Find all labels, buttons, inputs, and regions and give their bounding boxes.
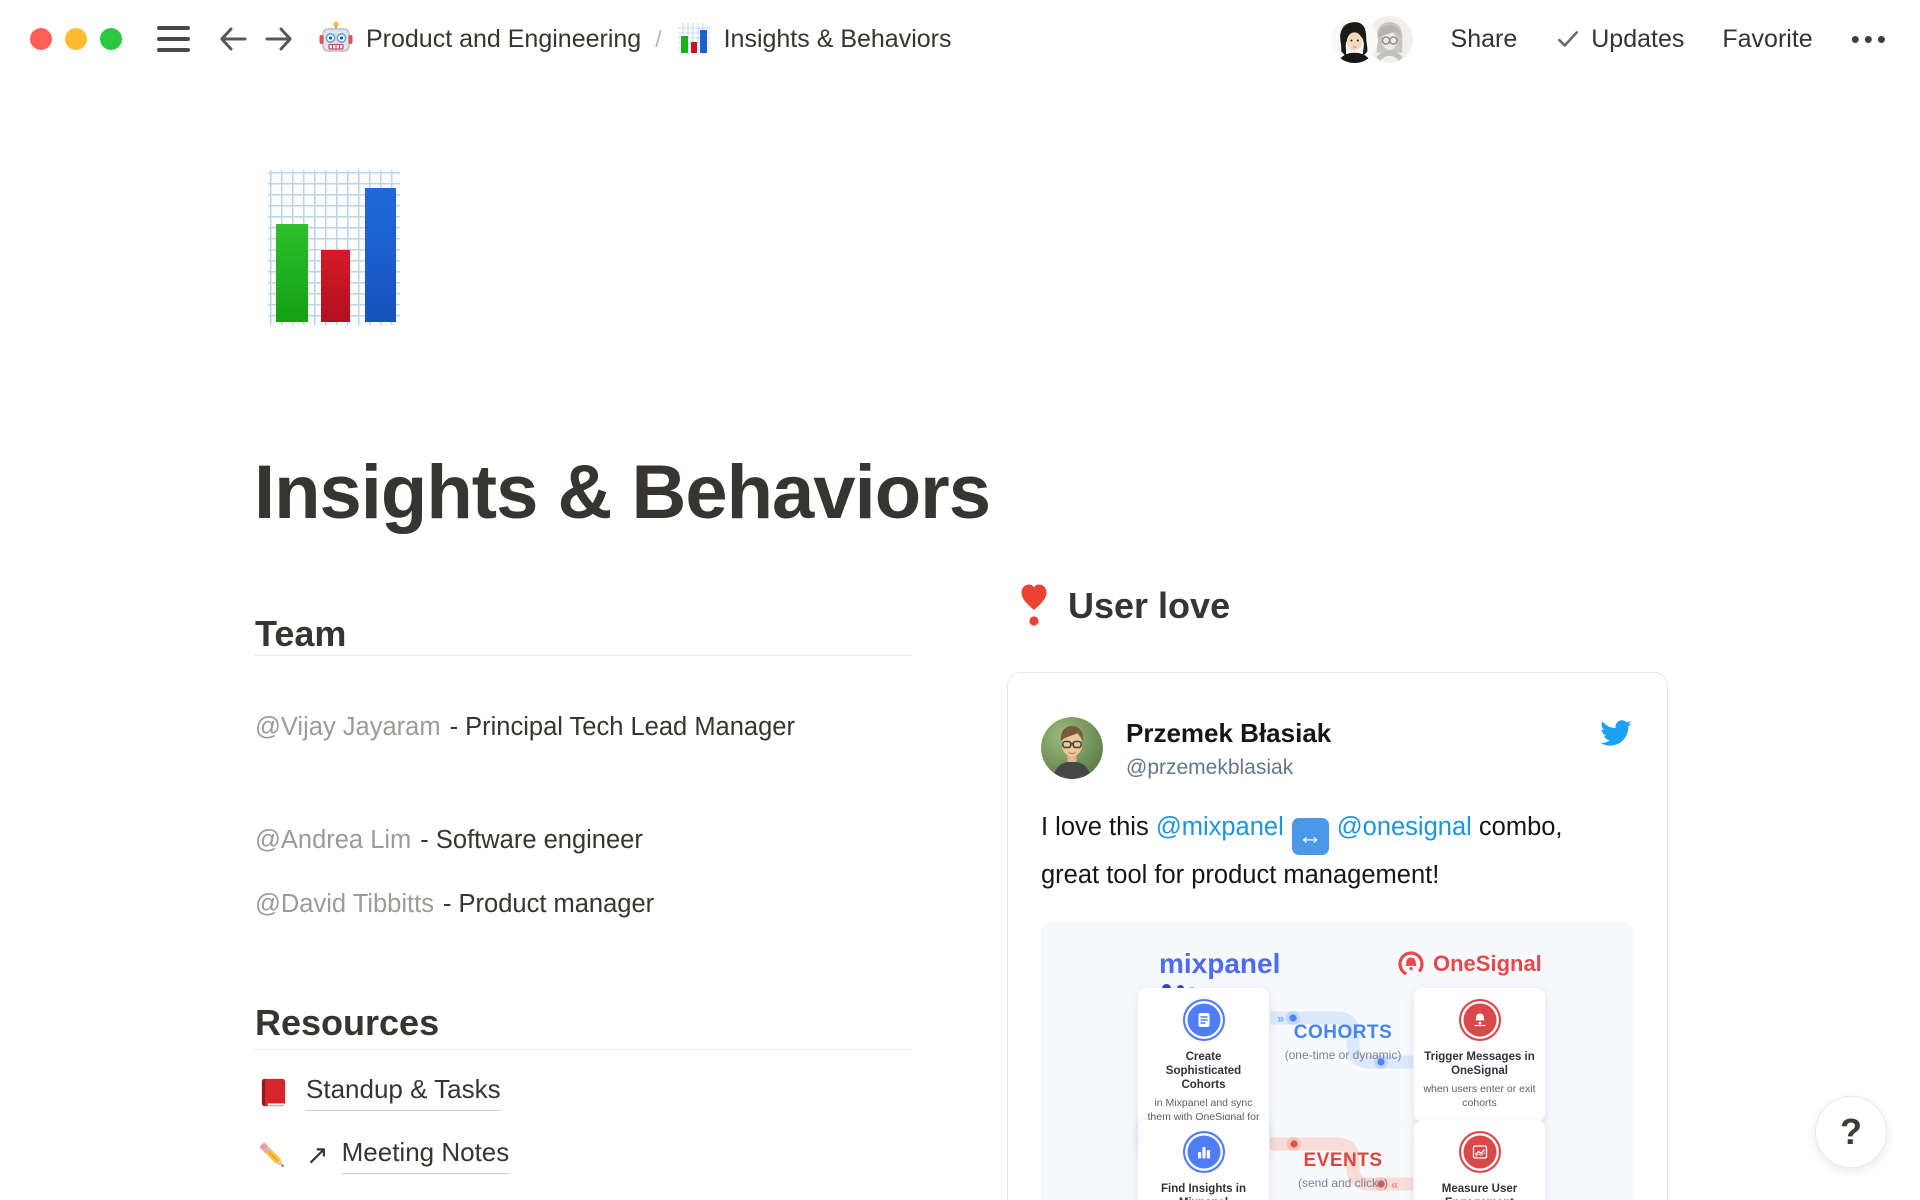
team-member: @David Tibbitts - Product manager [255, 883, 923, 925]
user-love-heading: User love [1016, 578, 1230, 633]
events-subtitle: (send and clicks) [1263, 1176, 1423, 1190]
favorite-button[interactable]: Favorite [1722, 25, 1812, 54]
user-love-label: User love [1068, 585, 1230, 627]
tweet-header: Przemek Błasiak @przemekblasiak [1041, 717, 1634, 780]
diagram-card-find-insights: Find Insights in Mixpanel with powerful … [1138, 1120, 1269, 1200]
tweet-text-part: combo, [1472, 813, 1563, 841]
tweet-embed-card: Przemek Błasiak @przemekblasiak I love t… [1007, 672, 1668, 1200]
mixpanel-logo: mixpanel [1159, 948, 1280, 980]
avatar [1331, 16, 1378, 63]
pencil-icon [255, 1138, 291, 1174]
tweet-text-part: I love this [1041, 813, 1156, 841]
breadcrumb-parent-label: Product and Engineering [366, 25, 641, 54]
card-title: Trigger Messages in OneSignal [1423, 1050, 1536, 1078]
breadcrumb: Product and Engineering / Insights & Beh… [318, 21, 952, 57]
check-icon [1555, 26, 1581, 52]
tweet-author-avatar[interactable] [1041, 717, 1103, 779]
bar-chart-icon [676, 21, 712, 57]
breadcrumb-current[interactable]: Insights & Behaviors [676, 21, 952, 57]
icon-bar-red [321, 250, 350, 322]
share-button[interactable]: Share [1451, 25, 1518, 54]
events-title: EVENTS [1263, 1150, 1423, 1172]
icon-bar-green [276, 224, 308, 322]
diagram-card-trigger-messages: Trigger Messages in OneSignal when users… [1414, 988, 1545, 1122]
card-title: Create Sophisticated Cohorts [1147, 1050, 1260, 1092]
onesignal-bell-icon [1397, 950, 1425, 978]
onesignal-logo-text: OneSignal [1433, 951, 1542, 977]
minimize-window-button[interactable] [65, 28, 87, 50]
tweet-text: I love this @mixpanel↔@onesignal combo, … [1041, 807, 1634, 896]
tweet-author: Przemek Błasiak @przemekblasiak [1126, 717, 1331, 780]
breadcrumb-current-label: Insights & Behaviors [724, 25, 952, 54]
twitter-bird-icon[interactable] [1599, 719, 1632, 752]
external-arrow-icon: ↗ [306, 1140, 329, 1171]
breadcrumb-separator: / [655, 26, 661, 53]
menu-icon[interactable] [150, 16, 196, 62]
forward-arrow-icon[interactable] [256, 16, 302, 62]
events-label: EVENTS (send and clicks) [1263, 1150, 1423, 1190]
card-body: when users enter or exit cohorts [1423, 1083, 1536, 1110]
resources-heading: Resources [255, 1002, 439, 1044]
heart-exclamation-icon [1016, 578, 1052, 633]
divider [254, 655, 912, 656]
team-member: @Andrea Lim - Software engineer [255, 819, 923, 861]
mention-link[interactable]: @Andrea Lim [255, 826, 411, 854]
page-title[interactable]: Insights & Behaviors [254, 449, 990, 536]
titlebar-actions: Share Updates Favorite ••• [1331, 16, 1890, 63]
page-icon-bar-chart[interactable] [268, 170, 400, 325]
tweet-author-handle: @przemekblasiak [1126, 756, 1331, 780]
cohorts-subtitle: (one-time or dynamic) [1263, 1048, 1423, 1062]
onesignal-logo: OneSignal [1397, 950, 1542, 978]
member-role: - Software engineer [420, 826, 643, 854]
mention-link[interactable]: @Vijay Jayaram [255, 713, 441, 741]
team-heading: Team [255, 613, 346, 655]
line-chart-icon [1459, 1131, 1501, 1173]
cohorts-label: COHORTS (one-time or dynamic) [1263, 1022, 1423, 1062]
onesignal-mention-link[interactable]: @onesignal [1337, 813, 1472, 841]
icon-bar-blue [365, 188, 396, 322]
cohorts-title: COHORTS [1263, 1022, 1423, 1044]
tweet-text-part: great tool for product management! [1041, 861, 1439, 889]
notion-window: Product and Engineering / Insights & Beh… [0, 0, 1920, 1200]
back-arrow-icon[interactable] [210, 16, 256, 62]
mixpanel-mention-link[interactable]: @mixpanel [1156, 813, 1284, 841]
collaborator-avatars[interactable] [1331, 16, 1413, 63]
diagram-card-measure-engagement: Measure User Engagement with messages, t… [1414, 1120, 1545, 1200]
titlebar: Product and Engineering / Insights & Beh… [0, 0, 1920, 78]
link-label: Meeting Notes [342, 1137, 510, 1174]
team-member: @Vijay Jayaram - Principal Tech Lead Mana… [255, 706, 923, 748]
close-window-button[interactable] [30, 28, 52, 50]
mention-link[interactable]: @David Tibbitts [255, 890, 434, 918]
robot-icon [318, 21, 354, 57]
more-options-button[interactable]: ••• [1851, 24, 1890, 55]
link-label: Standup & Tasks [306, 1074, 501, 1111]
divider [254, 1049, 912, 1050]
bell-icon [1459, 999, 1501, 1041]
bar-chart-icon [1183, 1131, 1225, 1173]
link-meeting-notes[interactable]: ↗ Meeting Notes [255, 1137, 509, 1174]
member-role: - Principal Tech Lead Manager [450, 713, 795, 741]
help-button[interactable]: ? [1815, 1096, 1887, 1168]
updates-button[interactable]: Updates [1555, 25, 1684, 54]
tweet-author-name[interactable]: Przemek Błasiak [1126, 718, 1331, 749]
card-title: Find Insights in Mixpanel [1147, 1182, 1260, 1200]
traffic-lights [30, 28, 122, 50]
tweet-image-mixpanel-onesignal-diagram[interactable]: » « mixpanel OneSignal [1041, 922, 1634, 1200]
link-standup-tasks[interactable]: Standup & Tasks [255, 1074, 501, 1111]
zoom-window-button[interactable] [100, 28, 122, 50]
updates-label: Updates [1591, 25, 1684, 54]
document-icon [1183, 999, 1225, 1041]
breadcrumb-parent[interactable]: Product and Engineering [318, 21, 641, 57]
member-role: - Product manager [443, 890, 654, 918]
left-right-arrow-icon: ↔ [1292, 818, 1329, 855]
book-icon [255, 1075, 291, 1111]
card-title: Measure User Engagement [1423, 1182, 1536, 1200]
